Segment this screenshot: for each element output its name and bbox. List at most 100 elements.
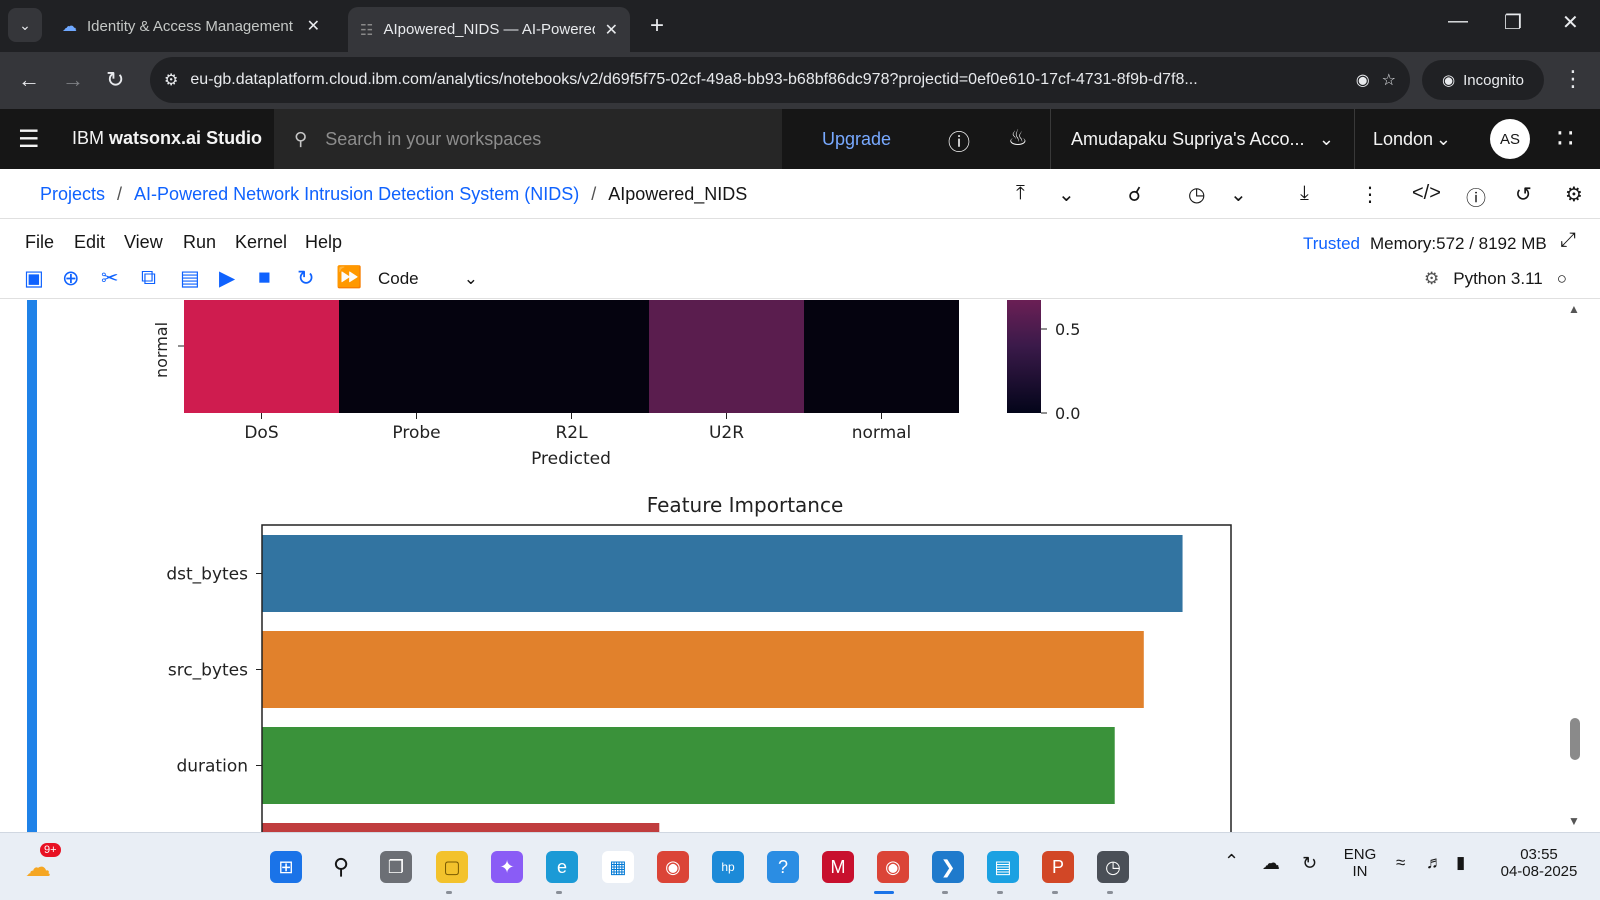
breadcrumb-separator: /: [591, 184, 597, 204]
browser-tab[interactable]: ☁ Identity & Access Management ✕: [50, 7, 332, 45]
minimize-icon[interactable]: —: [1448, 10, 1468, 33]
clock[interactable]: 03:55 04-08-2025: [1494, 846, 1584, 880]
publish-icon[interactable]: ⤒: [1016, 182, 1025, 205]
close-tab-icon[interactable]: ✕: [605, 20, 618, 40]
mcafee-icon[interactable]: M: [822, 851, 854, 883]
download-icon[interactable]: ⤓: [1300, 182, 1309, 205]
run-all-icon[interactable]: ⏩: [336, 266, 362, 290]
copilot-icon[interactable]: ✦: [491, 851, 523, 883]
workspace-search[interactable]: ⚲ Search in your workspaces: [274, 109, 782, 169]
account-switcher[interactable]: Amudapaku Supriya's Acco... ⌄: [1050, 109, 1354, 169]
tab-search-button[interactable]: ⌄: [8, 8, 42, 42]
upgrade-link[interactable]: Upgrade: [822, 129, 891, 150]
save-icon[interactable]: ▣: [24, 266, 44, 291]
search-icon[interactable]: ⚲: [325, 851, 357, 883]
help-app-icon[interactable]: ?: [767, 851, 799, 883]
menu-file[interactable]: File: [25, 232, 54, 253]
paste-icon[interactable]: ▤: [180, 266, 200, 291]
browser-menu-icon[interactable]: ⋮: [1562, 66, 1584, 92]
eye-off-icon[interactable]: ◉: [1356, 70, 1370, 90]
confusion-matrix: normal DoS Probe R2L U2R normal: [152, 300, 959, 443]
edge-icon[interactable]: e: [546, 851, 578, 883]
browser-tab-strip: ⌄ ☁ Identity & Access Management ✕ ☷ AIp…: [0, 0, 1600, 52]
forward-icon[interactable]: →: [62, 67, 84, 93]
insert-cell-icon[interactable]: ⊕: [62, 266, 80, 291]
cut-icon[interactable]: ✂: [101, 266, 119, 291]
scroll-up-icon[interactable]: ▲: [1568, 302, 1580, 316]
menu-kernel[interactable]: Kernel: [235, 232, 287, 253]
close-window-icon[interactable]: ✕: [1562, 10, 1579, 35]
trusted-badge[interactable]: Trusted: [1303, 234, 1360, 254]
breadcrumb-project[interactable]: AI-Powered Network Intrusion Detection S…: [134, 184, 579, 205]
feature-importance-chart: dst_bytes src_bytes duration: [166, 535, 1183, 832]
scrollbar-thumb[interactable]: [1570, 718, 1580, 760]
share-icon[interactable]: ☌: [1128, 182, 1141, 207]
history-icon[interactable]: ↺: [1515, 182, 1532, 207]
menu-view[interactable]: View: [124, 232, 163, 253]
start-icon[interactable]: ⊞: [270, 851, 302, 883]
copy-icon[interactable]: ⧉: [141, 266, 156, 290]
notepad-icon[interactable]: ▤: [987, 851, 1019, 883]
avatar[interactable]: AS: [1490, 119, 1530, 159]
vscode-icon[interactable]: ❯: [932, 851, 964, 883]
new-tab-icon[interactable]: +: [650, 12, 664, 40]
tab-title: AIpowered_NIDS — AI-Powered: [383, 21, 595, 38]
run-icon[interactable]: ▶: [219, 266, 235, 291]
incognito-badge[interactable]: ◉ Incognito: [1422, 60, 1544, 100]
hamburger-menu-icon[interactable]: ☰: [18, 125, 40, 154]
heatmap-cell: [649, 300, 804, 413]
chevron-down-icon[interactable]: ⌄: [1058, 182, 1075, 207]
wifi-icon[interactable]: ≈: [1396, 853, 1405, 873]
hp-icon[interactable]: hp: [712, 851, 744, 883]
region-switcher[interactable]: London ⌄: [1354, 109, 1469, 169]
help-icon[interactable]: ⓘ: [948, 125, 970, 157]
volume-icon[interactable]: ♬: [1426, 853, 1443, 873]
cell-type-select[interactable]: Code ⌄: [378, 269, 478, 289]
stop-icon[interactable]: ■: [258, 266, 271, 290]
debugger-icon[interactable]: ⚙: [1424, 269, 1439, 289]
star-icon[interactable]: ☆: [1382, 70, 1396, 90]
kernel-status[interactable]: ⚙ Python 3.11 ○: [1424, 269, 1567, 289]
menu-edit[interactable]: Edit: [74, 232, 105, 253]
restart-icon[interactable]: ↻: [297, 266, 315, 291]
app-switcher-icon[interactable]: ∷: [1557, 123, 1574, 154]
sync-icon[interactable]: ↻: [1302, 853, 1317, 874]
battery-icon[interactable]: ▮: [1456, 853, 1465, 873]
fullscreen-icon[interactable]: ⤢: [1560, 229, 1576, 252]
back-icon[interactable]: ←: [18, 67, 40, 93]
chevron-down-icon[interactable]: ⌄: [1230, 182, 1247, 207]
close-tab-icon[interactable]: ✕: [307, 16, 320, 36]
brand-prefix: IBM: [72, 128, 105, 148]
product-brand[interactable]: IBM watsonx.ai Studio: [72, 128, 262, 149]
kernel-idle-icon: ○: [1556, 269, 1568, 288]
url-field[interactable]: ⚙ eu-gb.dataplatform.cloud.ibm.com/analy…: [150, 57, 1410, 103]
powerpoint-icon[interactable]: P: [1042, 851, 1074, 883]
reload-icon[interactable]: ↻: [106, 67, 124, 93]
breadcrumb-projects[interactable]: Projects: [40, 184, 105, 205]
language-indicator[interactable]: ENG IN: [1340, 846, 1380, 880]
heatmap-cell: [339, 300, 494, 413]
info-icon[interactable]: ⓘ: [1466, 182, 1486, 211]
task-view-icon[interactable]: ❐: [380, 851, 412, 883]
tray-overflow-icon[interactable]: ⌃: [1224, 851, 1239, 872]
notification-icon[interactable]: ♨: [1008, 125, 1028, 151]
url-text: eu-gb.dataplatform.cloud.ibm.com/analyti…: [190, 71, 1198, 88]
feature-tick-label: src_bytes: [168, 661, 248, 681]
secure-app-icon[interactable]: ◷: [1097, 851, 1129, 883]
menu-help[interactable]: Help: [305, 232, 342, 253]
running-indicator: [874, 891, 894, 894]
site-info-icon[interactable]: ⚙: [164, 70, 178, 90]
settings-icon[interactable]: ⚙: [1565, 182, 1583, 207]
onedrive-icon[interactable]: ☁: [1262, 853, 1280, 874]
scroll-down-icon[interactable]: ▼: [1568, 814, 1580, 828]
browser-tab-active[interactable]: ☷ AIpowered_NIDS — AI-Powered ✕: [348, 7, 630, 52]
restore-icon[interactable]: ❐: [1504, 10, 1522, 35]
chrome-icon[interactable]: ◉: [657, 851, 689, 883]
schedule-icon[interactable]: ◷: [1188, 182, 1205, 207]
store-icon[interactable]: ▦: [602, 851, 634, 883]
menu-run[interactable]: Run: [183, 232, 216, 253]
file-explorer-icon[interactable]: ▢: [436, 851, 468, 883]
overflow-menu-icon[interactable]: ⋮: [1360, 182, 1380, 207]
chrome-profile-icon[interactable]: ◉: [877, 851, 909, 883]
code-icon[interactable]: </>: [1412, 182, 1441, 205]
